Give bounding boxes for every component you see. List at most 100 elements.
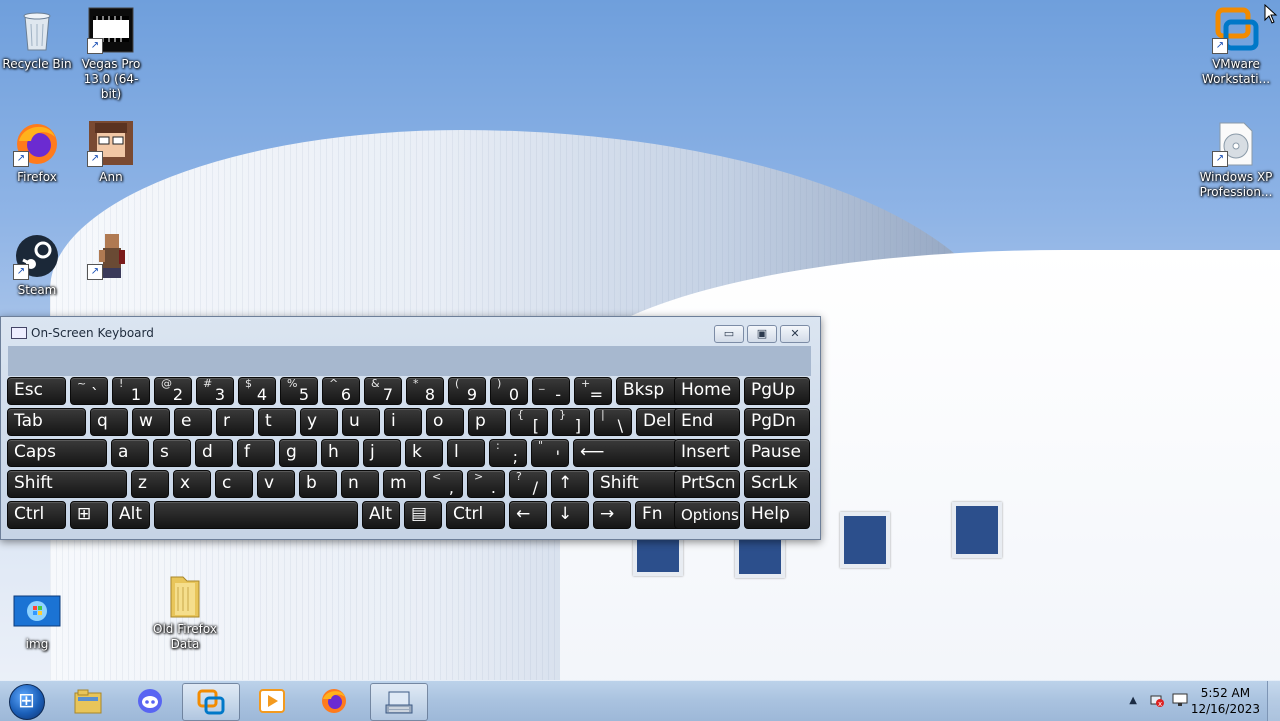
key-y[interactable]: y [300, 408, 338, 436]
key-tab[interactable]: Tab [7, 408, 86, 436]
desktop-icon[interactable]: Recycle Bin [0, 6, 74, 72]
key-6[interactable]: ^ 6 [322, 377, 360, 405]
show-hidden-icons-icon[interactable]: ▲ [1129, 695, 1137, 706]
key-j[interactable]: j [363, 439, 401, 467]
key-home[interactable]: Home [674, 377, 740, 405]
desktop-icon[interactable]: ↗ Ann [74, 119, 148, 185]
key-[interactable]: ↓ [551, 501, 589, 529]
key-[interactable]: | \ [594, 408, 632, 436]
key-[interactable]: _ - [532, 377, 570, 405]
desktop-icon[interactable]: img [0, 586, 74, 652]
desktop-icon[interactable]: ↗ Firefox [0, 119, 74, 185]
desktop-icon[interactable]: ↗ Steam [0, 232, 74, 298]
key-[interactable]: >. [467, 470, 505, 498]
key-5[interactable]: % 5 [280, 377, 318, 405]
key-i[interactable]: i [384, 408, 422, 436]
key-end[interactable]: End [674, 408, 740, 436]
key-pgup[interactable]: PgUp [744, 377, 810, 405]
taskbar-app-vmware[interactable] [182, 683, 240, 721]
key-[interactable]: ↑ [551, 470, 589, 498]
key-l[interactable]: l [447, 439, 485, 467]
maximize-button[interactable]: ▣ [747, 325, 777, 343]
key-[interactable]: :; [489, 439, 527, 467]
key-ctrl[interactable]: Ctrl [446, 501, 505, 529]
key-h[interactable]: h [321, 439, 359, 467]
key-insert[interactable]: Insert [674, 439, 740, 467]
key-caps[interactable]: Caps [7, 439, 107, 467]
key-[interactable]: ⊞ [70, 501, 108, 529]
key-t[interactable]: t [258, 408, 296, 436]
key-shift[interactable]: Shift [7, 470, 127, 498]
key-[interactable]: ← [509, 501, 547, 529]
taskbar-app-firefox[interactable] [306, 683, 362, 719]
title-bar[interactable]: On-Screen Keyboard ▭ ▣ ✕ [1, 317, 820, 347]
taskbar-app-file-explorer[interactable] [60, 683, 116, 719]
key-[interactable]: <, [425, 470, 463, 498]
key-shift[interactable]: Shift [593, 470, 681, 498]
key-9[interactable]: (9 [448, 377, 486, 405]
key-p[interactable]: p [468, 408, 506, 436]
key-m[interactable]: m [383, 470, 421, 498]
key-u[interactable]: u [342, 408, 380, 436]
key-3[interactable]: #3 [196, 377, 234, 405]
minimize-button[interactable]: ▭ [714, 325, 744, 343]
key-alt[interactable]: Alt [112, 501, 150, 529]
key-g[interactable]: g [279, 439, 317, 467]
key-w[interactable]: w [132, 408, 170, 436]
key-pgdn[interactable]: PgDn [744, 408, 810, 436]
key-help[interactable]: Help [744, 501, 810, 529]
clock[interactable]: 5:52 AM 12/16/2023 [1191, 685, 1260, 717]
key-k[interactable]: k [405, 439, 443, 467]
key-7[interactable]: & 7 [364, 377, 402, 405]
key-[interactable]: + = [574, 377, 612, 405]
taskbar-app-discord[interactable] [122, 683, 178, 719]
key-[interactable]: }] [552, 408, 590, 436]
key-[interactable]: ~ ` [70, 377, 108, 405]
network-error-icon[interactable]: x [1150, 692, 1164, 708]
key-b[interactable]: b [299, 470, 337, 498]
display-icon[interactable] [1172, 692, 1188, 706]
key-scrlk[interactable]: ScrLk [744, 470, 810, 498]
key-pause[interactable]: Pause [744, 439, 810, 467]
key-r[interactable]: r [216, 408, 254, 436]
key-prtscn[interactable]: PrtScn [674, 470, 740, 498]
desktop-icon[interactable]: ↗ VMware Workstati... [1199, 6, 1273, 87]
key-space[interactable] [154, 501, 358, 529]
key-alt[interactable]: Alt [362, 501, 400, 529]
key-z[interactable]: z [131, 470, 169, 498]
taskbar-app-on-screen-keyboard[interactable] [370, 683, 428, 721]
key-c[interactable]: c [215, 470, 253, 498]
key-n[interactable]: n [341, 470, 379, 498]
taskbar-app-media-player[interactable] [244, 683, 300, 719]
key-f[interactable]: f [237, 439, 275, 467]
key-v[interactable]: v [257, 470, 295, 498]
desktop-icon[interactable]: ↗ [74, 232, 148, 283]
key-d[interactable]: d [195, 439, 233, 467]
key-a[interactable]: a [111, 439, 149, 467]
key-4[interactable]: $4 [238, 377, 276, 405]
key-o[interactable]: o [426, 408, 464, 436]
key-ctrl[interactable]: Ctrl [7, 501, 66, 529]
key-options[interactable]: Options [674, 501, 740, 529]
key-8[interactable]: * 8 [406, 377, 444, 405]
key-[interactable]: → [593, 501, 631, 529]
key-[interactable]: ▤ [404, 501, 442, 529]
key-[interactable]: " ' [531, 439, 569, 467]
key-[interactable]: ? / [509, 470, 547, 498]
on-screen-keyboard-window[interactable]: On-Screen Keyboard ▭ ▣ ✕ Esc ~ `! 1 @2 #3 $4% 5… [0, 316, 821, 540]
key-s[interactable]: s [153, 439, 191, 467]
desktop-icon[interactable]: ↗ Windows XP Profession... [1199, 119, 1273, 200]
key-e[interactable]: e [174, 408, 212, 436]
key-2[interactable]: @2 [154, 377, 192, 405]
desktop-icon[interactable]: Old Firefox Data [148, 571, 222, 652]
key-[interactable]: {[ [510, 408, 548, 436]
desktop-icon[interactable]: ↗ Vegas Pro 13.0 (64-bit) [74, 6, 148, 102]
key-q[interactable]: q [90, 408, 128, 436]
key-[interactable]: ⟵ [573, 439, 678, 467]
key-esc[interactable]: Esc [7, 377, 66, 405]
key-0[interactable]: ) 0 [490, 377, 528, 405]
key-x[interactable]: x [173, 470, 211, 498]
show-desktop-button[interactable] [1267, 681, 1280, 721]
key-1[interactable]: ! 1 [112, 377, 150, 405]
close-button[interactable]: ✕ [780, 325, 810, 343]
